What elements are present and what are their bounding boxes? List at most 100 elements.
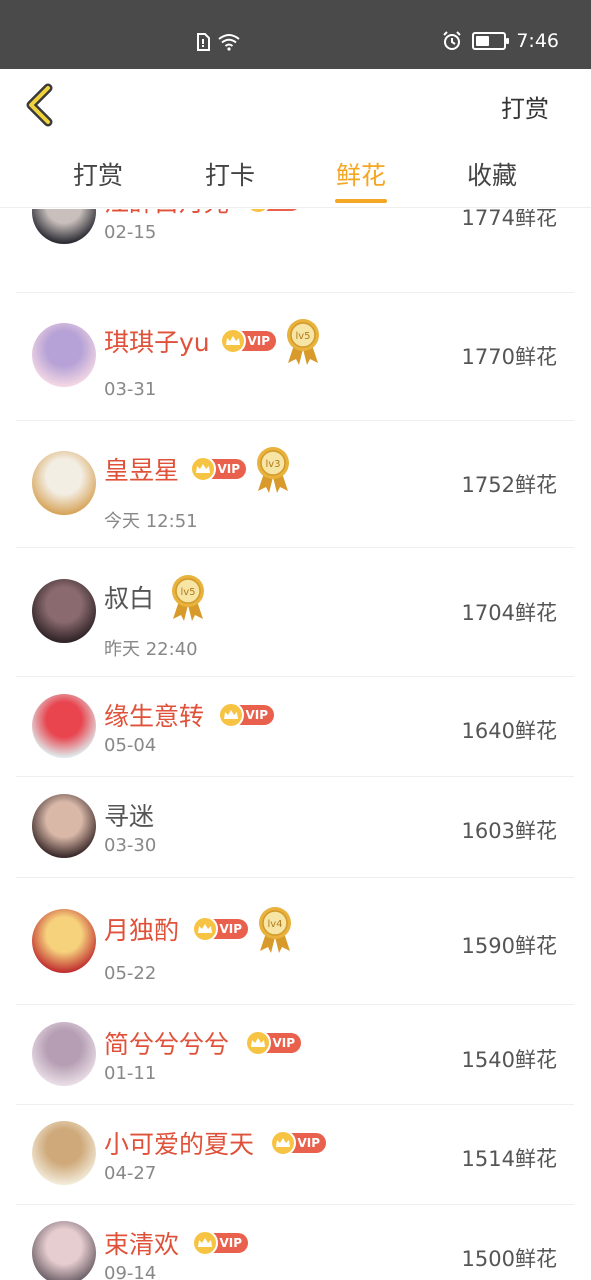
list-item[interactable]: 叔白 lv5 昨天 22:40 1704鲜花 [16,548,574,677]
back-button[interactable] [20,83,60,127]
list-item[interactable]: 江辞白月光 VIP 02-15 1774鲜花 [16,209,574,293]
crown-icon [245,209,271,214]
flower-count: 1752鲜花 [461,473,557,497]
user-name[interactable]: 寻迷 [104,797,154,833]
vip-badge: VIP [190,456,246,482]
list-item[interactable]: 月独酌 VIP lv4 05-22 1590鲜花 [16,878,574,1005]
user-name[interactable]: 琪琪子yu [104,323,210,359]
flower-count: 1500鲜花 [461,1247,557,1271]
wifi-icon [218,34,240,51]
tab-flowers[interactable]: 鲜花 [306,156,416,192]
flower-count: 1774鲜花 [461,209,557,230]
svg-text:lv5: lv5 [180,587,195,598]
avatar[interactable] [32,209,96,244]
timestamp: 今天 12:51 [104,511,198,532]
sim-card-icon [197,33,210,51]
timestamp: 03-30 [104,835,157,856]
flower-count: 1590鲜花 [461,934,557,958]
user-name[interactable]: 叔白 [104,579,154,615]
vip-badge: VIP [192,1230,248,1256]
avatar[interactable] [32,1022,96,1086]
vip-badge: VIP [220,328,276,354]
vip-badge: VIP [218,702,274,728]
crown-icon [245,1030,271,1056]
status-bar: 7:46 [0,0,591,69]
vip-label: VIP [272,1036,295,1050]
status-icons-right: 7:46 [442,30,559,52]
svg-text:lv5: lv5 [295,331,310,342]
timestamp: 03-31 [104,379,157,400]
list-item[interactable]: 寻迷 03-30 1603鲜花 [16,777,574,878]
list-item[interactable]: 小可爱的夏天 VIP 04-27 1514鲜花 [16,1105,574,1205]
alarm-icon [443,31,462,50]
reward-action-button[interactable]: 打赏 [501,89,549,124]
user-name[interactable]: 月独酌 [104,911,179,947]
tab-bar: 打赏 打卡 鲜花 收藏 [0,140,591,208]
crown-icon [270,1130,296,1156]
vip-label: VIP [245,708,268,722]
list-item[interactable]: 束清欢 VIP 09-14 1500鲜花 [16,1205,574,1280]
flower-ranking-list: 江辞白月光 VIP 02-15 1774鲜花琪琪子yu VIP lv5 03-31 1770鲜… [0,209,591,1280]
tab-reward[interactable]: 打赏 [43,156,153,192]
level-medal-icon: lv5 [284,317,322,365]
user-name[interactable]: 束清欢 [104,1225,179,1261]
avatar[interactable] [32,579,96,643]
user-name[interactable]: 简兮兮兮兮 [104,1025,229,1061]
flower-count: 1540鲜花 [461,1048,557,1072]
tab-favorites[interactable]: 收藏 [437,156,547,192]
avatar[interactable] [32,1221,96,1280]
app-bar: 打赏 [0,69,591,140]
vip-label: VIP [247,334,270,348]
flower-count: 1770鲜花 [461,345,557,369]
avatar[interactable] [32,451,96,515]
level-medal-icon: lv3 [254,445,292,493]
back-arrow-icon [26,83,53,127]
timestamp: 04-27 [104,1163,157,1184]
crown-icon [220,328,246,354]
user-name[interactable]: 缘生意转 [104,697,204,733]
timestamp: 01-11 [104,1063,157,1084]
level-medal-icon: lv4 [256,905,294,953]
avatar[interactable] [32,1121,96,1185]
crown-icon [190,456,216,482]
timestamp: 昨天 22:40 [104,639,198,660]
vip-label: VIP [219,922,242,936]
user-name[interactable]: 皇昱星 [104,451,179,487]
vip-label: VIP [297,1136,320,1150]
level-medal-icon: lv5 [169,573,207,621]
avatar[interactable] [32,794,96,858]
svg-text:lv3: lv3 [265,459,280,470]
crown-icon [192,1230,218,1256]
flower-count: 1603鲜花 [461,819,557,843]
list-item[interactable]: 琪琪子yu VIP lv5 03-31 1770鲜花 [16,293,574,421]
list-item[interactable]: 皇昱星 VIP lv3 今天 12:51 1752鲜花 [16,421,574,548]
timestamp: 02-15 [104,222,157,243]
active-tab-indicator [335,199,387,203]
status-time: 7:46 [516,30,559,52]
battery-icon [472,32,510,50]
list-item[interactable]: 简兮兮兮兮 VIP 01-11 1540鲜花 [16,1005,574,1105]
status-icons-center [196,33,240,51]
vip-badge: VIP [192,916,248,942]
avatar[interactable] [32,323,96,387]
flower-count: 1514鲜花 [461,1147,557,1171]
svg-text:lv4: lv4 [267,919,282,930]
avatar[interactable] [32,694,96,758]
vip-label: VIP [219,1236,242,1250]
vip-label: VIP [217,462,240,476]
flower-count: 1704鲜花 [461,601,557,625]
timestamp: 05-22 [104,963,157,984]
vip-badge: VIP [245,209,301,214]
timestamp: 09-14 [104,1263,157,1280]
timestamp: 05-04 [104,735,157,756]
list-item[interactable]: 缘生意转 VIP 05-04 1640鲜花 [16,677,574,777]
vip-badge: VIP [270,1130,326,1156]
flower-count: 1640鲜花 [461,719,557,743]
vip-badge: VIP [245,1030,301,1056]
crown-icon [192,916,218,942]
crown-icon [218,702,244,728]
user-name[interactable]: 小可爱的夏天 [104,1125,254,1161]
avatar[interactable] [32,909,96,973]
tab-checkin[interactable]: 打卡 [175,156,285,192]
user-name[interactable]: 江辞白月光 [104,209,229,219]
